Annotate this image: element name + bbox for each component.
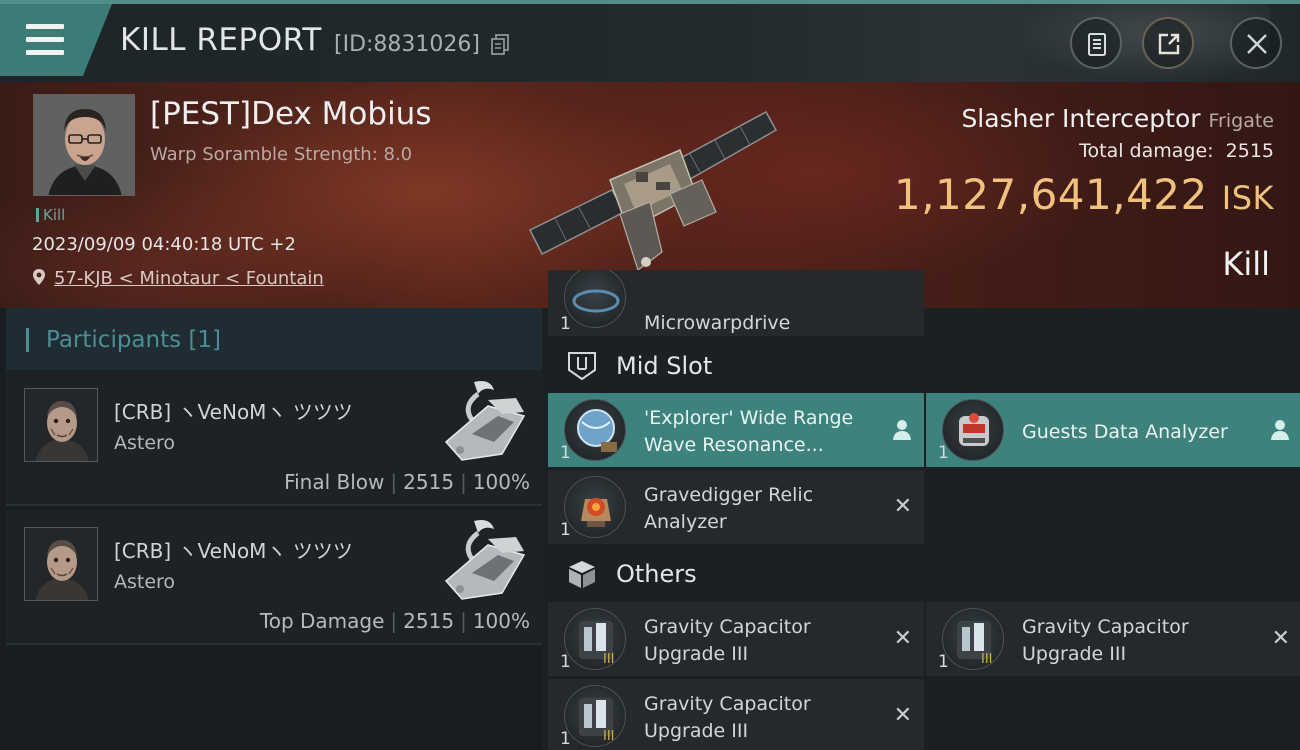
svg-text:III: III — [603, 652, 615, 667]
module-quantity: 1 — [560, 314, 571, 334]
destroyed-x-icon: ✕ — [893, 494, 912, 519]
module-card-relic-analyzer[interactable]: 1 Gravedigger Relic Analyzer ✕ — [548, 470, 924, 544]
isk-unit: ISK — [1221, 179, 1274, 217]
data-analyzer-icon — [942, 399, 1004, 461]
module-card-microwarpdrive[interactable]: 1 Microwarpdrive — [548, 270, 924, 336]
victim-portrait[interactable] — [33, 94, 135, 196]
module-name: 'Explorer' Wide Range Wave Resonance... — [644, 407, 854, 456]
cube-icon — [569, 561, 595, 588]
total-damage-value: 2515 — [1225, 140, 1274, 162]
module-name: Gravity Capacitor Upgrade III — [644, 616, 811, 665]
close-icon — [1247, 34, 1267, 54]
dropped-person-icon — [1270, 419, 1290, 446]
destroyed-x-icon: ✕ — [1271, 626, 1290, 651]
module-quantity: 1 — [560, 520, 571, 540]
total-damage: Total damage: 2515 — [1079, 140, 1274, 162]
participant-row[interactable]: [CRB] ヽVeNoMヽ ツツツ Astero Top Damage | 2515… — [6, 509, 542, 645]
participant-avatar — [24, 527, 98, 601]
kill-location-link[interactable]: 57-KJB < Minotaur < Fountain — [54, 268, 324, 289]
participant-ship: Astero — [114, 571, 176, 593]
victim-ship-name[interactable]: Slasher Interceptor Frigate — [961, 104, 1274, 133]
participant-role: Final Blow — [284, 470, 385, 494]
participant-name: [CRB] ヽVeNoMヽ ツツツ — [114, 400, 353, 424]
others-section-header: Others — [542, 546, 1300, 602]
astero-ship-icon — [444, 520, 526, 600]
menu-button[interactable] — [0, 4, 112, 76]
module-quantity: 1 — [560, 652, 571, 672]
isk-amount: 1,127,641,422 — [893, 170, 1208, 219]
location-pin-icon — [33, 269, 45, 285]
participant-role: Top Damage — [259, 609, 385, 633]
module-card-explorer[interactable]: 1 'Explorer' Wide Range Wave Resonance..… — [548, 393, 924, 467]
module-name: Microwarpdrive — [644, 312, 791, 334]
module-card-capacitor-upgrade[interactable]: III 1 Gravity Capacitor Upgrade III ✕ — [926, 602, 1300, 676]
clipboard-button[interactable] — [1070, 17, 1122, 69]
participants-title: Participants [1] — [46, 327, 221, 353]
kill-datetime: 2023/09/09 04:40:18 UTC +2 — [32, 234, 296, 255]
module-name: Gravity Capacitor Upgrade III — [1022, 616, 1189, 665]
kill-result: Kill — [1222, 245, 1270, 283]
share-icon — [1158, 33, 1180, 55]
warp-scramble-strength: Warp Soramble Strength: 8.0 — [150, 144, 413, 165]
participant-ship: Astero — [114, 432, 176, 454]
hamburger-icon — [26, 24, 64, 56]
copy-icon[interactable] — [491, 34, 509, 56]
isk-value: 1,127,641,422 ISK — [894, 170, 1274, 219]
mid-slot-section-header: Mid Slot — [542, 338, 1300, 394]
module-quantity: 1 — [938, 652, 949, 672]
module-quantity: 1 — [938, 443, 949, 463]
participant-percent: 100% — [472, 470, 530, 494]
victim-name[interactable]: [PEST]Dex Mobius — [150, 96, 431, 132]
module-name: Gravity Capacitor Upgrade III — [644, 693, 811, 742]
share-button[interactable] — [1142, 17, 1194, 69]
kill-id: [ID:8831026] — [334, 32, 480, 57]
participant-avatar — [24, 388, 98, 462]
module-name: Guests Data Analyzer — [1022, 421, 1228, 443]
module-quantity: 1 — [560, 729, 571, 749]
destroyed-x-icon: ✕ — [893, 626, 912, 651]
capacitor-upgrade-icon: III — [564, 685, 626, 747]
svg-text:III: III — [981, 652, 993, 667]
module-card-capacitor-upgrade[interactable]: III 1 Gravity Capacitor Upgrade III ✕ — [548, 679, 924, 750]
victim-ship-image — [528, 110, 778, 271]
astero-ship-icon — [444, 381, 526, 461]
wave-resonance-scanner-icon — [564, 399, 626, 461]
pilot-avatar-image — [34, 95, 134, 195]
participant-stats: Final Blow | 2515 | 100% — [284, 470, 530, 494]
page-title: KILL REPORT — [120, 22, 322, 58]
module-card-capacitor-upgrade[interactable]: III 1 Gravity Capacitor Upgrade III ✕ — [548, 602, 924, 676]
participant-percent: 100% — [472, 609, 530, 633]
microwarpdrive-icon — [564, 270, 626, 328]
participant-damage: 2515 — [403, 470, 455, 494]
fitting-panel: 1 Microwarpdrive Mid Slot 1 'Explorer' W… — [542, 270, 1300, 750]
capacitor-upgrade-icon: III — [564, 608, 626, 670]
others-title: Others — [616, 560, 697, 588]
destroyed-x-icon: ✕ — [893, 703, 912, 728]
participant-row[interactable]: [CRB] ヽVeNoMヽ ツツツ Astero Final Blow | 2515… — [6, 370, 542, 506]
ship-name-text: Slasher Interceptor — [961, 104, 1201, 133]
close-button[interactable] — [1230, 17, 1282, 69]
section-accent-bar — [26, 328, 29, 352]
svg-text:III: III — [603, 729, 615, 744]
relic-analyzer-icon — [564, 476, 626, 538]
total-damage-label: Total damage: — [1079, 140, 1214, 162]
kill-type-tag: Kill — [36, 206, 65, 224]
header-bar: KILL REPORT [ID:8831026] — [0, 0, 1300, 82]
capacitor-upgrade-icon: III — [942, 608, 1004, 670]
participants-header: Participants [1] — [6, 308, 542, 370]
clipboard-icon — [1088, 33, 1106, 56]
ship-class: Frigate — [1208, 110, 1274, 132]
mid-slot-icon — [568, 352, 596, 381]
dropped-person-icon — [892, 419, 912, 446]
participant-damage: 2515 — [403, 609, 455, 633]
mid-slot-title: Mid Slot — [616, 352, 713, 380]
participant-name: [CRB] ヽVeNoMヽ ツツツ — [114, 539, 353, 563]
module-card-data-analyzer[interactable]: 1 Guests Data Analyzer — [926, 393, 1300, 467]
module-quantity: 1 — [560, 443, 571, 463]
participant-stats: Top Damage | 2515 | 100% — [259, 609, 530, 633]
module-name: Gravedigger Relic Analyzer — [644, 484, 814, 533]
